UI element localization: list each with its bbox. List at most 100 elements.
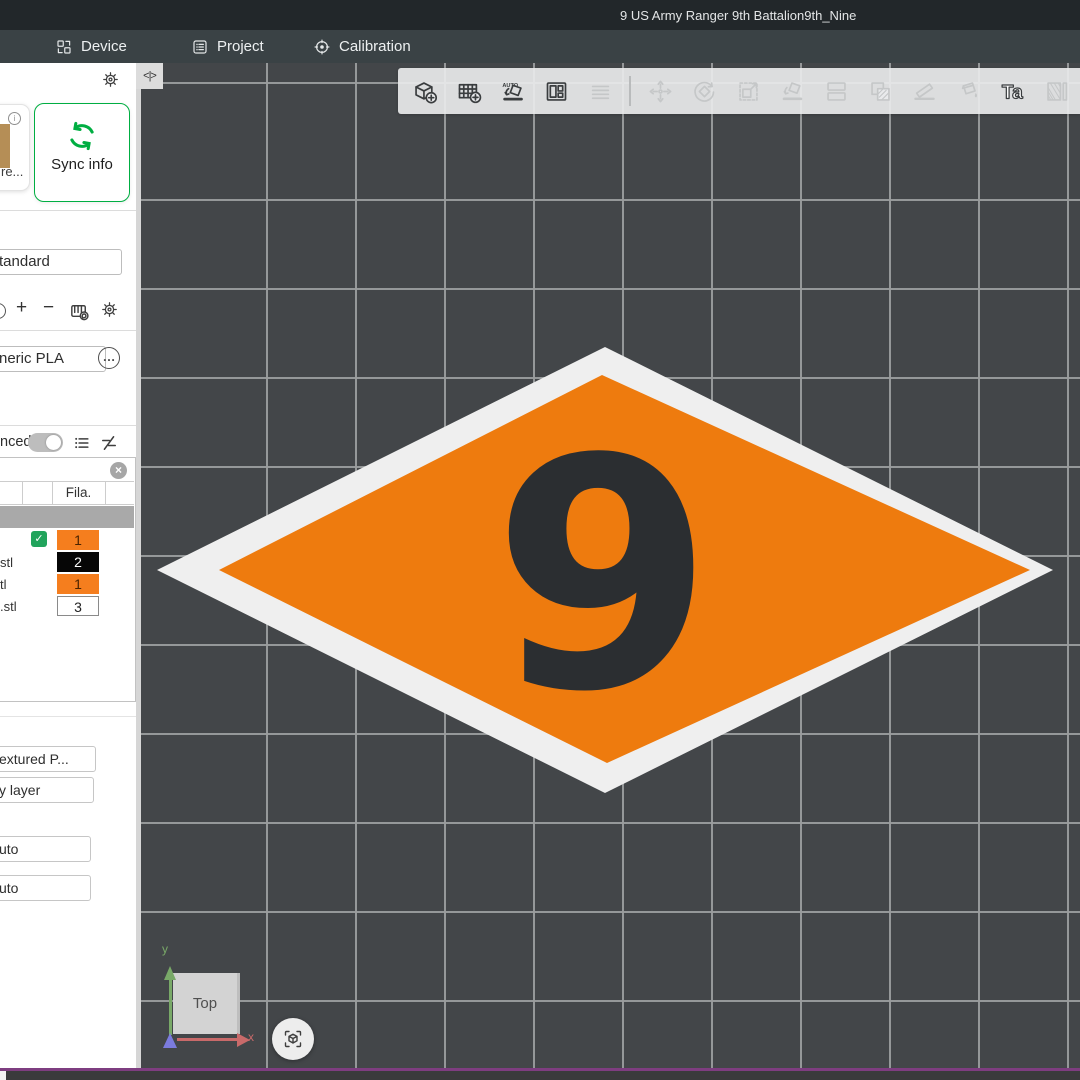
arrange-button[interactable]: [539, 74, 573, 108]
divider: [0, 425, 136, 426]
device-icon: [55, 38, 73, 56]
cube-focus-icon: [281, 1027, 305, 1051]
add-preset-button[interactable]: +: [16, 297, 27, 319]
sync-info-button[interactable]: Sync info: [34, 103, 130, 202]
tab-project[interactable]: Project: [191, 30, 264, 63]
move-icon: [647, 78, 674, 105]
list-icon: [72, 433, 92, 453]
filament-settings-button[interactable]: [100, 300, 119, 319]
auto-orient-icon: AUTO: [499, 78, 526, 105]
sync-info-label: Sync info: [35, 156, 129, 173]
sidebar-settings-button[interactable]: [101, 70, 120, 89]
tab-device-label: Device: [81, 38, 127, 55]
object-row[interactable]: stl 2: [0, 551, 134, 573]
layer-mode-select[interactable]: y layer: [0, 777, 94, 803]
window-title: 9 US Army Ranger 9th Battalion9th_Nine: [620, 8, 856, 23]
nav-cube-label: Top: [193, 995, 217, 1012]
scale-icon: [735, 78, 762, 105]
auto-orient-button[interactable]: AUTO: [495, 74, 529, 108]
filament-column-header: Fila.: [52, 485, 105, 500]
filament-cell[interactable]: 3: [57, 596, 99, 616]
filament-preset-select[interactable]: neric PLA: [0, 346, 106, 372]
object-visibility-checkbox[interactable]: ✓: [31, 531, 47, 547]
object-row-label: stl: [0, 555, 13, 570]
auto-select-2[interactable]: uto: [0, 875, 91, 901]
plate-type-select[interactable]: extured P...: [0, 746, 96, 772]
arrange-icon: [543, 78, 570, 105]
viewport-canvas[interactable]: [141, 63, 1080, 1070]
gear-icon: [101, 70, 120, 89]
advanced-toggle-label: nced: [0, 434, 31, 450]
cut-icon: [911, 78, 938, 105]
list-view-button[interactable]: [72, 433, 92, 453]
advanced-toggle[interactable]: [28, 433, 63, 452]
cut-button: [907, 74, 941, 108]
object-rows: ✓1stl2tl1.stl3: [0, 529, 134, 617]
tab-bar: [0, 30, 1080, 63]
toggle-knob: [46, 435, 61, 450]
move-button: [643, 74, 677, 108]
svg-text:Ta: Ta: [1001, 82, 1022, 103]
filament-more-button[interactable]: …: [98, 347, 120, 369]
toolbar-separator: [629, 76, 631, 106]
divider: [0, 716, 136, 717]
nav-cube-top-face[interactable]: Top: [173, 973, 240, 1034]
rotate-button: [687, 74, 721, 108]
add-plate-button[interactable]: [451, 74, 485, 108]
x-axis-line: [177, 1038, 237, 1041]
tab-device[interactable]: Device: [55, 30, 127, 63]
object-row[interactable]: .stl3: [0, 595, 134, 617]
y-axis-arrow: [164, 966, 176, 980]
tab-project-label: Project: [217, 38, 264, 55]
layers-button: [583, 74, 617, 108]
split-button: [819, 74, 853, 108]
variable-layer-icon: [1043, 78, 1070, 105]
filament-cell[interactable]: 1: [57, 574, 99, 594]
filament-cell[interactable]: 1: [57, 530, 99, 550]
bottom-bar-corner: [0, 1071, 6, 1080]
calibration-icon: [313, 38, 331, 56]
close-icon[interactable]: ×: [110, 462, 127, 479]
lay-flat-button: [775, 74, 809, 108]
project-icon: [191, 38, 209, 56]
auto-select-1[interactable]: uto: [0, 836, 91, 862]
tab-calibration-label: Calibration: [339, 38, 411, 55]
sidebar-collapse-handle[interactable]: <|>: [136, 63, 163, 89]
x-axis-label: x: [248, 1030, 254, 1044]
tune-button[interactable]: [99, 433, 119, 453]
rotate-icon: [691, 78, 718, 105]
variable-layer-button: [1039, 74, 1073, 108]
add-plate-icon: [455, 78, 482, 105]
lay-flat-icon: [779, 78, 806, 105]
sidebar-resize-strip[interactable]: [136, 63, 141, 1069]
info-icon[interactable]: i: [8, 112, 21, 125]
printer-image: [0, 124, 10, 168]
divider: [0, 330, 136, 331]
viewport-toolbar: AUTO Ta: [398, 68, 1080, 114]
gear-icon: [100, 300, 119, 319]
layers-icon: [587, 78, 614, 105]
bottom-bar: [0, 1071, 1080, 1080]
paint-button: [951, 74, 985, 108]
y-axis-line: [169, 980, 172, 1035]
text-tool-button[interactable]: Ta: [995, 74, 1029, 108]
split-icon: [823, 78, 850, 105]
remove-preset-button[interactable]: −: [43, 297, 54, 319]
paint-icon: [955, 78, 982, 105]
tune-icon: [99, 433, 119, 453]
selected-row-highlight[interactable]: [0, 506, 134, 528]
object-row[interactable]: ✓1: [0, 529, 134, 551]
z-axis-marker: [163, 1033, 177, 1048]
ams-sync-button[interactable]: [68, 300, 91, 323]
object-row[interactable]: tl1: [0, 573, 134, 595]
clone-button: [863, 74, 897, 108]
tab-calibration[interactable]: Calibration: [313, 30, 411, 63]
scale-button: [731, 74, 765, 108]
view-reset-button[interactable]: [272, 1018, 314, 1060]
divider: [0, 210, 136, 211]
sync-icon: [64, 118, 100, 154]
y-axis-label: y: [162, 942, 168, 956]
filament-cell[interactable]: 2: [57, 552, 99, 572]
add-model-button[interactable]: [407, 74, 441, 108]
process-preset-select[interactable]: tandard: [0, 249, 122, 275]
